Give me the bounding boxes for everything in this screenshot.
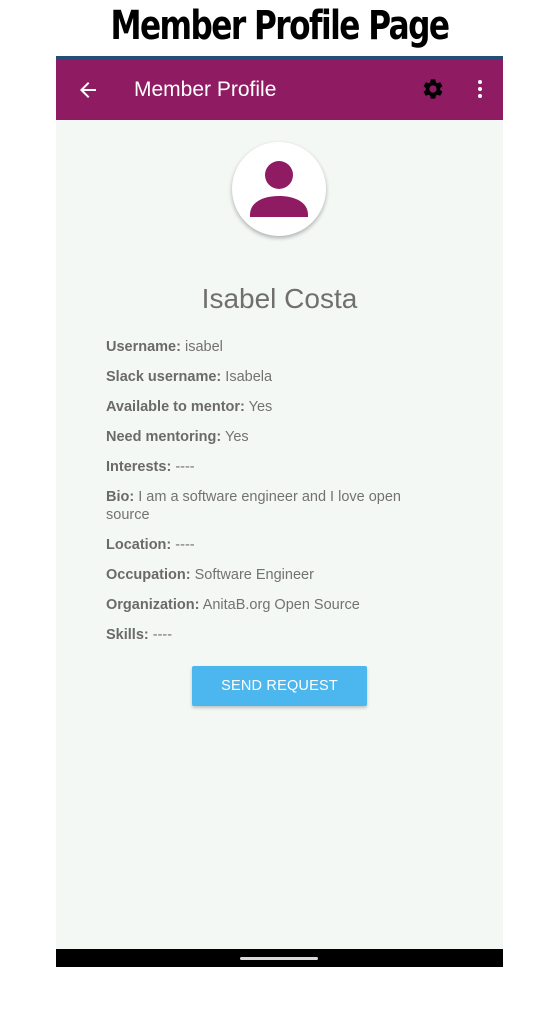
more-vert-icon[interactable]	[468, 77, 492, 101]
field-location: Location: ----	[106, 536, 436, 554]
field-value: Isabela	[225, 369, 273, 385]
field-value: AnitaB.org Open Source	[202, 597, 360, 613]
field-value: ----	[175, 459, 195, 475]
field-need-mentoring: Need mentoring: Yes	[106, 428, 436, 446]
avatar	[232, 142, 326, 236]
field-label: Username:	[106, 339, 181, 355]
field-label: Occupation:	[106, 567, 191, 583]
field-label: Organization:	[106, 597, 200, 613]
field-bio: Bio: I am a software engineer and I love…	[106, 488, 436, 524]
field-slack-username: Slack username: Isabela	[106, 368, 436, 386]
system-nav-bar	[56, 949, 503, 967]
page-caption: Member Profile Page	[110, 3, 450, 49]
field-value: ----	[175, 537, 195, 553]
gear-icon[interactable]	[421, 77, 445, 101]
field-value: I am a software engineer and I love open…	[106, 489, 401, 523]
field-value: isabel	[184, 339, 223, 355]
field-username: Username: isabel	[106, 338, 436, 356]
field-organization: Organization: AnitaB.org Open Source	[106, 596, 436, 614]
field-label: Need mentoring:	[106, 429, 222, 445]
field-value: ----	[152, 627, 173, 643]
field-skills: Skills: ----	[106, 626, 436, 644]
member-name: Isabel Costa	[201, 283, 358, 314]
send-request-button[interactable]: SEND REQUEST	[192, 666, 367, 706]
field-interests: Interests: ----	[106, 458, 436, 476]
app-bar: Member Profile	[56, 60, 503, 120]
home-handle[interactable]	[240, 957, 318, 960]
field-value: Yes	[248, 399, 273, 415]
field-label: Slack username:	[106, 369, 222, 385]
field-label: Available to mentor:	[106, 399, 245, 415]
app-bar-title: Member Profile	[134, 78, 277, 101]
field-label: Location:	[106, 537, 172, 553]
field-label: Skills:	[106, 627, 149, 643]
person-icon	[250, 161, 308, 217]
arrow-back-icon[interactable]	[76, 78, 100, 102]
field-value: Software Engineer	[194, 567, 314, 583]
field-available-to-mentor: Available to mentor: Yes	[106, 398, 436, 416]
field-occupation: Occupation: Software Engineer	[106, 566, 436, 584]
field-label: Bio:	[106, 489, 135, 505]
field-label: Interests:	[106, 459, 172, 475]
field-value: Yes	[224, 429, 249, 445]
profile-details: Username: isabel Slack username: Isabela…	[106, 338, 436, 656]
phone-screen: Member Profile Isabel Costa Username: is…	[56, 56, 503, 967]
